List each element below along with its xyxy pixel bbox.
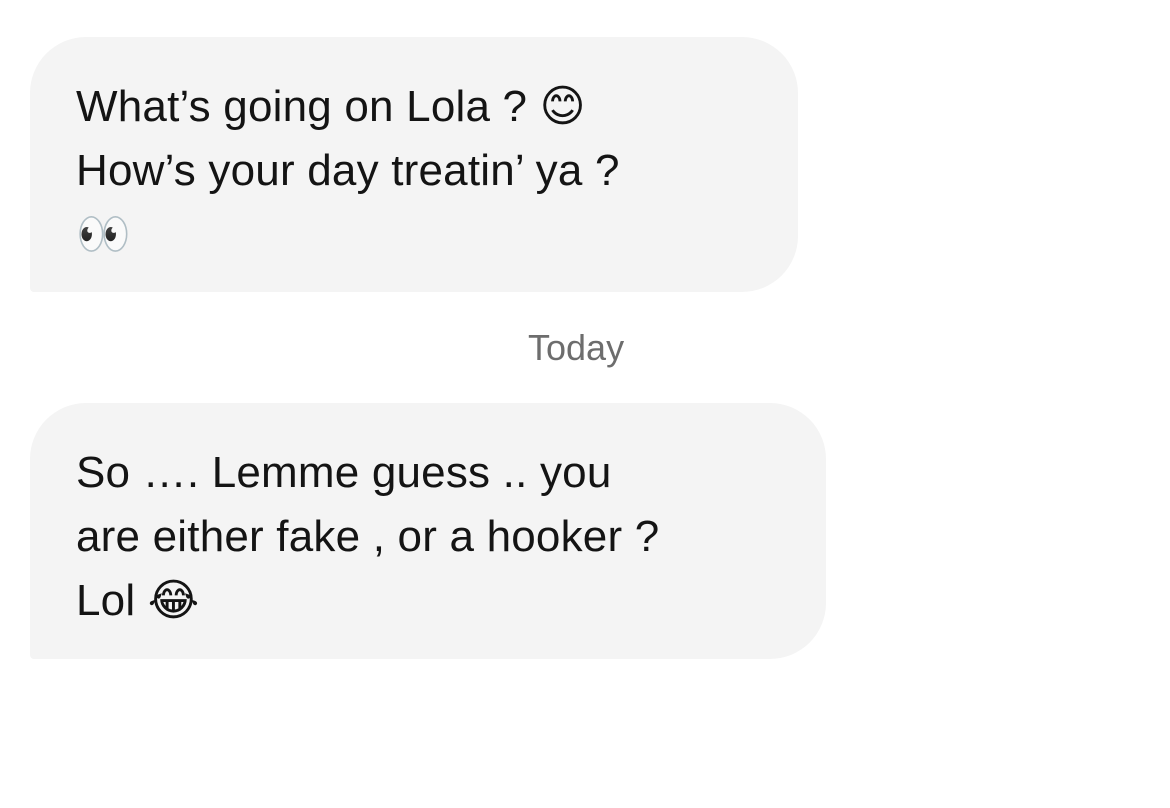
message-text-line: are either fake , or a hooker ? [76,512,660,561]
message-bubble[interactable]: What’s going on Lola ? 😊 How’s your day … [30,37,798,292]
message-bubble[interactable]: So …. Lemme guess .. you are either fake… [30,403,826,659]
eyes-emoji-line: 👀 [76,209,131,260]
message-text-line: What’s going on Lola ? 😊 [76,82,586,131]
date-divider-label: Today [528,327,625,368]
message-text-line: Lol 😂 [76,576,200,625]
message-text-line: So …. Lemme guess .. you [76,448,612,497]
message-text-line: How’s your day treatin’ ya ? [76,146,620,195]
